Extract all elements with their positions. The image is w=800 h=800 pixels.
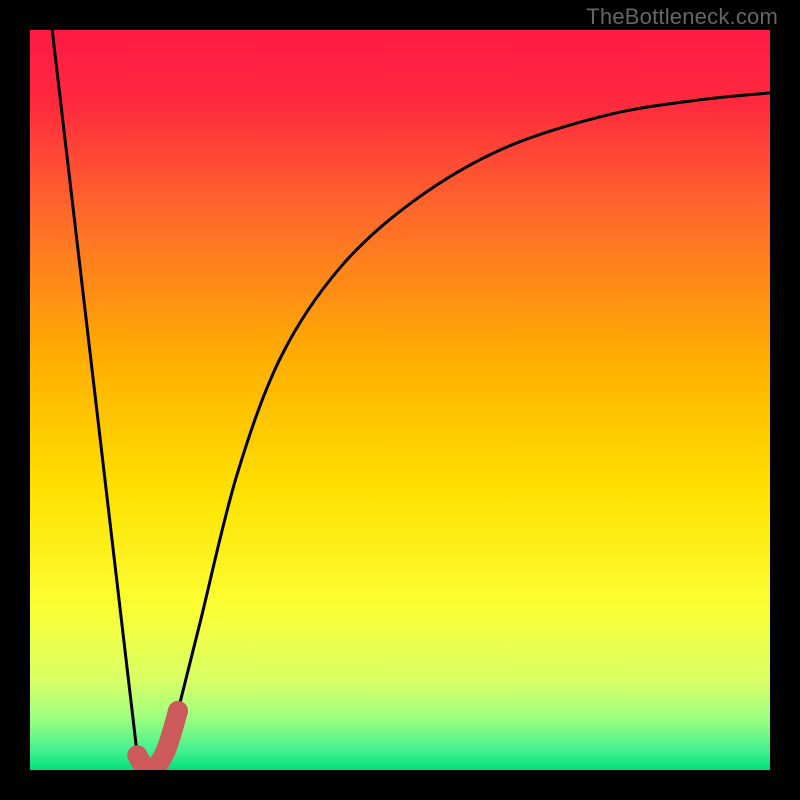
bottleneck-curve-left (52, 30, 137, 755)
bottleneck-curve-right (178, 93, 770, 711)
valley-accent-stroke (137, 711, 178, 768)
watermark-text: TheBottleneck.com (586, 4, 778, 30)
curve-layer (30, 30, 770, 770)
plot-area (30, 30, 770, 770)
chart-frame: TheBottleneck.com (0, 0, 800, 800)
